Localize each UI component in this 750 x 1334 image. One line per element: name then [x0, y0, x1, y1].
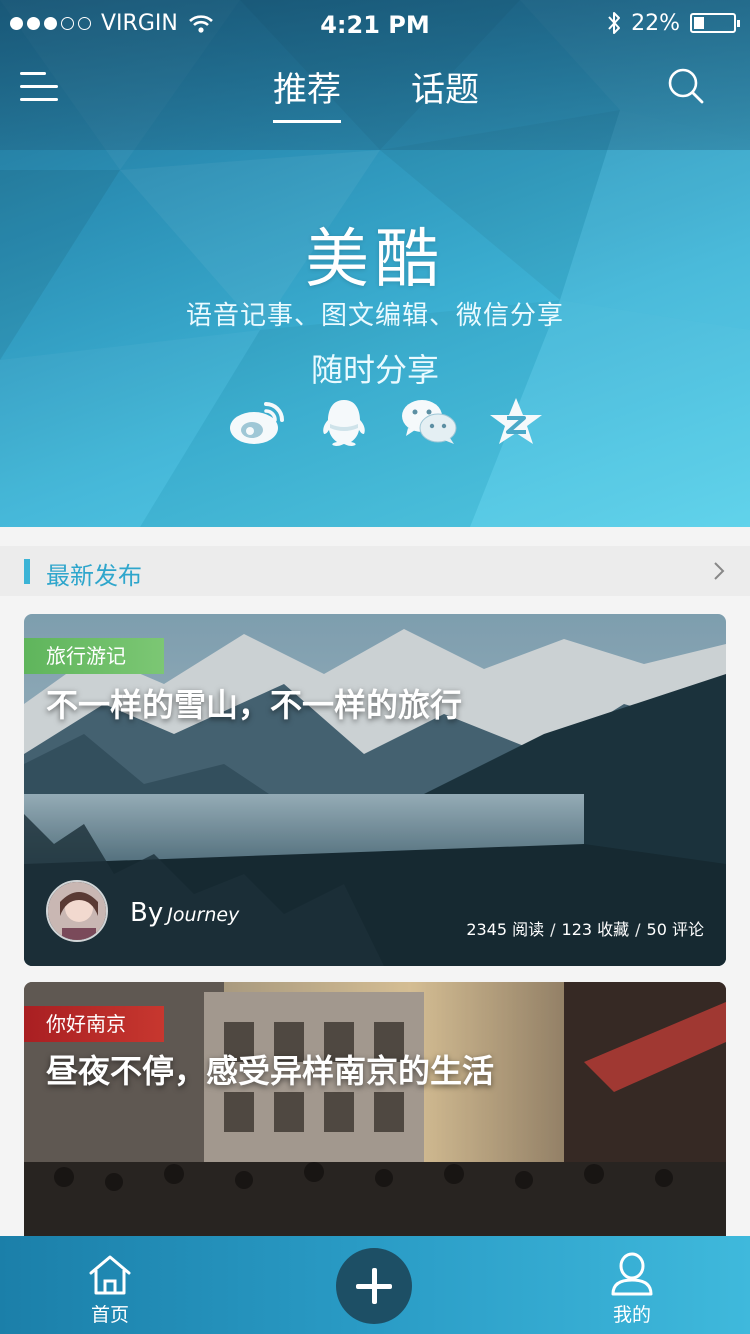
tab-profile-label: 我的 [612, 1304, 651, 1326]
post-title: 昼夜不停，感受异样南京的生活 [46, 1052, 495, 1090]
user-icon [611, 1252, 653, 1296]
add-post-button[interactable] [336, 1248, 412, 1324]
author-prefix: By [130, 898, 164, 928]
post-card[interactable]: 旅行游记 不一样的雪山，不一样的旅行 By Journey 2345 阅读/123… [24, 614, 726, 966]
tab-home-label: 首页 [90, 1304, 129, 1326]
read-count: 2345 阅读 [466, 920, 545, 939]
favorite-count: 123 收藏 [561, 920, 630, 939]
post-card[interactable]: 你好南京 昼夜不停，感受异样南京的生活 [24, 982, 726, 1262]
post-author[interactable]: By Journey [130, 898, 239, 928]
post-tag[interactable]: 旅行游记 [24, 638, 164, 674]
comment-count: 50 评论 [646, 920, 704, 939]
social-share-row [228, 396, 546, 448]
qq-icon[interactable] [314, 396, 374, 448]
post-title: 不一样的雪山，不一样的旅行 [46, 686, 463, 724]
tab-topics[interactable]: 话题 [411, 62, 479, 111]
qzone-icon[interactable] [486, 396, 546, 448]
avatar[interactable] [46, 880, 108, 942]
section-title: 最新发布 [46, 562, 142, 590]
section-marker [24, 559, 30, 584]
post-tag[interactable]: 你好南京 [24, 1006, 164, 1042]
tab-recommend[interactable]: 推荐 [273, 62, 341, 123]
weibo-icon[interactable] [228, 396, 288, 448]
brand-slogan: 语音记事、图文编辑、微信分享 [185, 301, 564, 331]
battery-percent: 22% [631, 10, 680, 36]
status-right: 22% [607, 10, 740, 36]
chevron-right-icon[interactable] [712, 561, 726, 581]
search-icon[interactable] [666, 66, 706, 106]
menu-icon[interactable] [20, 70, 62, 104]
status-bar: VIRGIN 4:21 PM 22% [0, 0, 750, 50]
plus-icon [372, 1268, 377, 1304]
latest-section-header[interactable]: 最新发布 [0, 546, 750, 596]
hero-banner: VIRGIN 4:21 PM 22% 推荐 话题 美酷 语音记事、图文编辑、微信… [0, 0, 750, 527]
battery-icon [690, 13, 740, 33]
home-icon [89, 1255, 131, 1295]
nav-bar: 推荐 话题 [0, 58, 750, 123]
bluetooth-icon [608, 12, 621, 34]
post-stats: 2345 阅读/123 收藏/50 评论 [466, 920, 704, 939]
wechat-icon[interactable] [400, 396, 460, 448]
author-name: Journey [167, 904, 240, 926]
share-text: 随时分享 [310, 351, 439, 389]
brand-title: 美酷 [305, 223, 445, 297]
